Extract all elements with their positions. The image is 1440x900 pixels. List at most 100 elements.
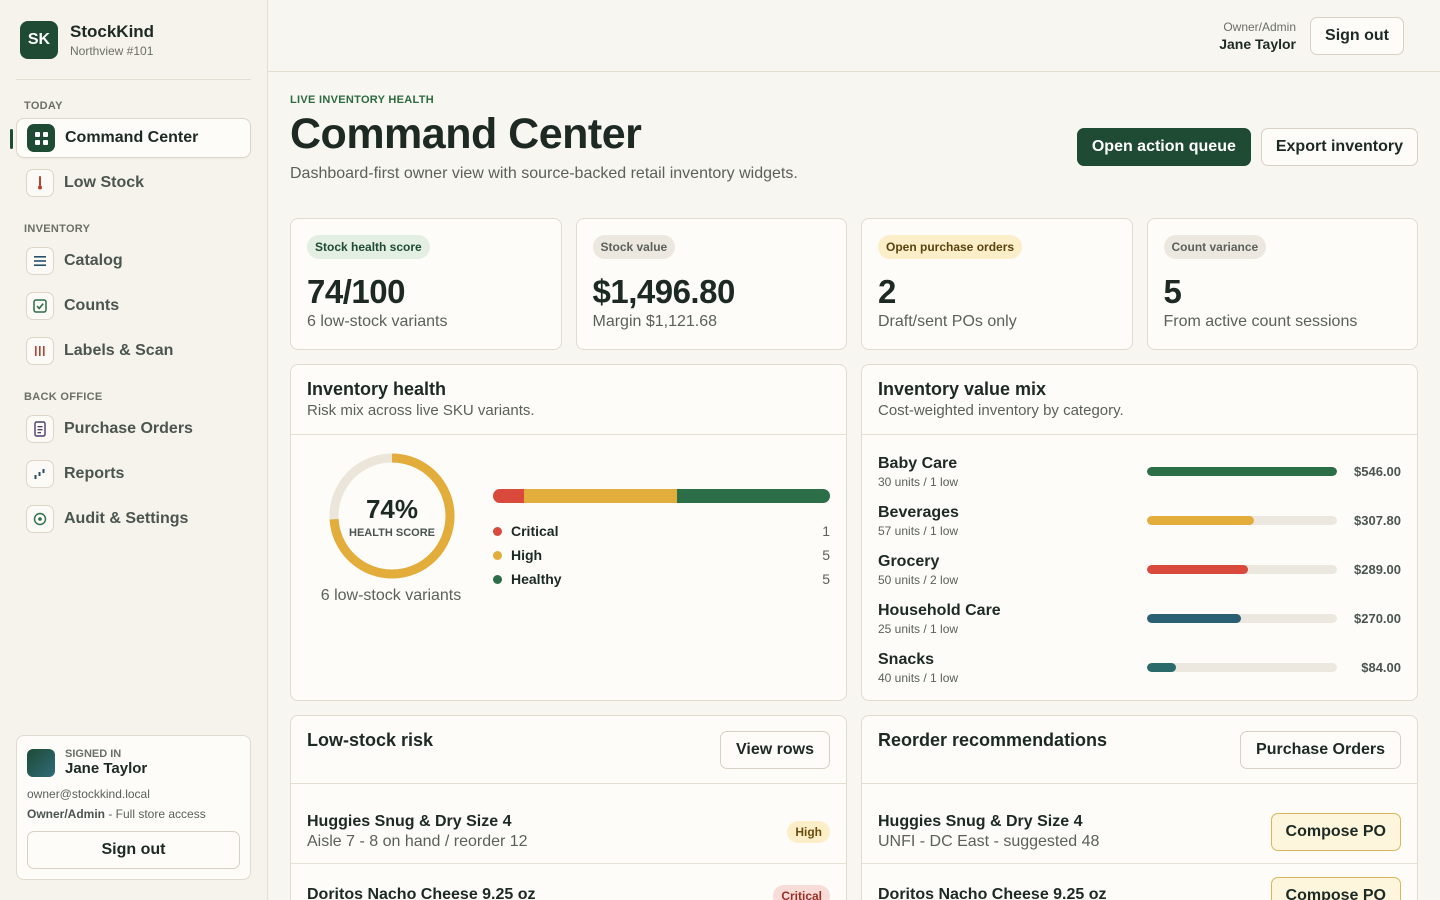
brand-logo: SK <box>20 20 58 59</box>
sidebar-sign-out-button[interactable]: Sign out <box>27 831 240 869</box>
compose-po-button[interactable]: Compose PO <box>1270 876 1401 900</box>
category-name: Beverages <box>878 503 959 521</box>
legend-label: High <box>511 547 543 563</box>
category-name: Household Care <box>878 601 1001 619</box>
sidebar-item-reports[interactable]: Reports <box>16 454 251 494</box>
panel-title: Inventory health <box>307 379 447 399</box>
barcode-icon <box>26 337 54 365</box>
sidebar-item-purchase-orders[interactable]: Purchase Orders <box>16 409 251 449</box>
legend-label: Critical <box>511 523 559 539</box>
inventory-value-mix-panel: Inventory value mix Cost-weighted invent… <box>861 364 1418 701</box>
compose-po-button[interactable]: Compose PO <box>1270 812 1401 851</box>
target-icon <box>26 505 54 533</box>
topbar-user-name: Jane Taylor <box>1219 35 1297 52</box>
brand: SK StockKind Northview #101 <box>16 0 251 80</box>
kpi-value: $1,496.80 <box>592 273 736 310</box>
sidebar-item-label: Audit & Settings <box>64 510 189 527</box>
category-bar-fill <box>1147 565 1248 574</box>
checkbox-icon <box>26 292 54 320</box>
topbar: Owner/Admin Jane Taylor Sign out <box>268 0 1440 72</box>
risk-stack-bar <box>493 489 830 503</box>
signed-in-label: Signed in <box>65 748 122 760</box>
page-header: Live inventory health Command Center Das… <box>268 72 1440 218</box>
category-value: $84.00 <box>1361 660 1401 675</box>
panel-subtitle: Cost-weighted inventory by category. <box>878 402 1124 419</box>
health-score-value: 74% <box>365 493 419 524</box>
item-meta: Aisle 7 - 8 on hand / reorder 12 <box>307 832 528 850</box>
mix-row-grocery: Grocery 50 units / 2 low $289.00 <box>878 545 1401 594</box>
panel-subtitle: Risk mix across live SKU variants. <box>307 402 535 419</box>
sidebar-item-label: Reports <box>64 465 125 482</box>
inventory-health-panel: Inventory health Risk mix across live SK… <box>290 364 847 701</box>
kpi-label: Stock health score <box>307 235 430 259</box>
stack-segment-critical <box>493 489 524 503</box>
list-item: Doritos Nacho Cheese 9.25 oz Compose PO <box>862 864 1417 900</box>
category-meta: 50 units / 2 low <box>878 572 959 587</box>
sidebar-item-command-center[interactable]: Command Center <box>10 118 251 158</box>
kpi-label: Open purchase orders <box>878 235 1023 259</box>
high-dot <box>493 550 502 560</box>
kpi-row: Stock health score 74/100 6 low-stock va… <box>268 218 1440 350</box>
critical-dot <box>493 526 502 536</box>
category-bar <box>1147 565 1337 574</box>
item-name: Huggies Snug & Dry Size 4 <box>878 812 1083 830</box>
export-inventory-button[interactable]: Export inventory <box>1260 128 1418 166</box>
legend-label: Healthy <box>511 571 562 587</box>
sidebar: SK StockKind Northview #101 Today Comman… <box>0 0 268 900</box>
category-name: Snacks <box>878 650 935 668</box>
role-description: - Full store access <box>105 807 206 821</box>
kpi-label: Stock value <box>592 235 676 259</box>
legend-count: 5 <box>822 571 830 587</box>
list-item[interactable]: Doritos Nacho Cheese 9.25 oz Critical <box>291 864 846 900</box>
signed-in-card: Signed in Jane Taylor owner@stockkind.lo… <box>16 735 251 880</box>
kpi-sub: Draft/sent POs only <box>878 313 1017 330</box>
kpi-label: Count variance <box>1163 235 1267 259</box>
sidebar-item-label: Labels & Scan <box>64 342 174 359</box>
kpi-sub: Margin $1,121.68 <box>592 313 718 330</box>
sidebar-item-label: Low Stock <box>64 174 145 191</box>
stack-segment-healthy <box>676 489 830 503</box>
topbar-sign-out-button[interactable]: Sign out <box>1310 16 1404 55</box>
category-bar-fill <box>1147 516 1255 525</box>
item-name: Huggies Snug & Dry Size 4 <box>307 812 512 830</box>
health-score-label: HEALTH SCORE <box>349 526 435 539</box>
sidebar-item-label: Counts <box>64 297 120 314</box>
sidebar-item-label: Catalog <box>64 252 123 269</box>
stack-segment-high <box>523 489 677 503</box>
kpi-card-open-pos: Open purchase orders 2 Draft/sent POs on… <box>861 218 1133 350</box>
item-name: Doritos Nacho Cheese 9.25 oz <box>307 885 536 900</box>
brand-name: StockKind <box>70 21 155 41</box>
topbar-user-role: Owner/Admin <box>1223 19 1297 34</box>
role-name: Owner/Admin <box>27 807 106 821</box>
purchase-orders-button[interactable]: Purchase Orders <box>1240 731 1401 769</box>
page-eyebrow: Live inventory health <box>290 94 435 106</box>
sidebar-item-labels-scan[interactable]: Labels & Scan <box>16 331 251 371</box>
category-value: $546.00 <box>1354 464 1401 479</box>
open-action-queue-button[interactable]: Open action queue <box>1076 128 1251 166</box>
value-mix-list: Baby Care 30 units / 1 low $546.00 Bevera… <box>862 435 1417 692</box>
category-bar <box>1147 614 1337 623</box>
sidebar-item-label: Purchase Orders <box>64 420 193 437</box>
sidebar-item-low-stock[interactable]: Low Stock <box>16 163 251 203</box>
avatar <box>27 748 55 777</box>
view-rows-button[interactable]: View rows <box>720 731 830 769</box>
kpi-value: 74/100 <box>307 273 405 310</box>
category-bar <box>1147 516 1337 525</box>
health-caption: 6 low-stock variants <box>320 587 462 604</box>
sidebar-item-audit-settings[interactable]: Audit & Settings <box>16 499 251 539</box>
list-icon <box>26 247 54 275</box>
panel-title: Low-stock risk <box>307 730 434 750</box>
sidebar-item-counts[interactable]: Counts <box>16 286 251 326</box>
item-meta: UNFI - DC East - suggested 48 <box>878 832 1100 850</box>
list-item[interactable]: Huggies Snug & Dry Size 4 Aisle 7 - 8 on… <box>291 800 846 864</box>
category-value: $270.00 <box>1354 611 1401 626</box>
kpi-card-count-variance: Count variance 5 From active count sessi… <box>1146 218 1418 350</box>
nav-section-inventory: Inventory <box>24 223 91 235</box>
category-meta: 57 units / 1 low <box>878 523 959 538</box>
category-bar <box>1147 467 1337 476</box>
kpi-value: 5 <box>1163 273 1182 310</box>
sidebar-item-catalog[interactable]: Catalog <box>16 241 251 281</box>
category-value: $307.80 <box>1354 513 1401 528</box>
category-bar-fill <box>1147 467 1337 476</box>
sidebar-item-label: Command Center <box>65 129 199 146</box>
